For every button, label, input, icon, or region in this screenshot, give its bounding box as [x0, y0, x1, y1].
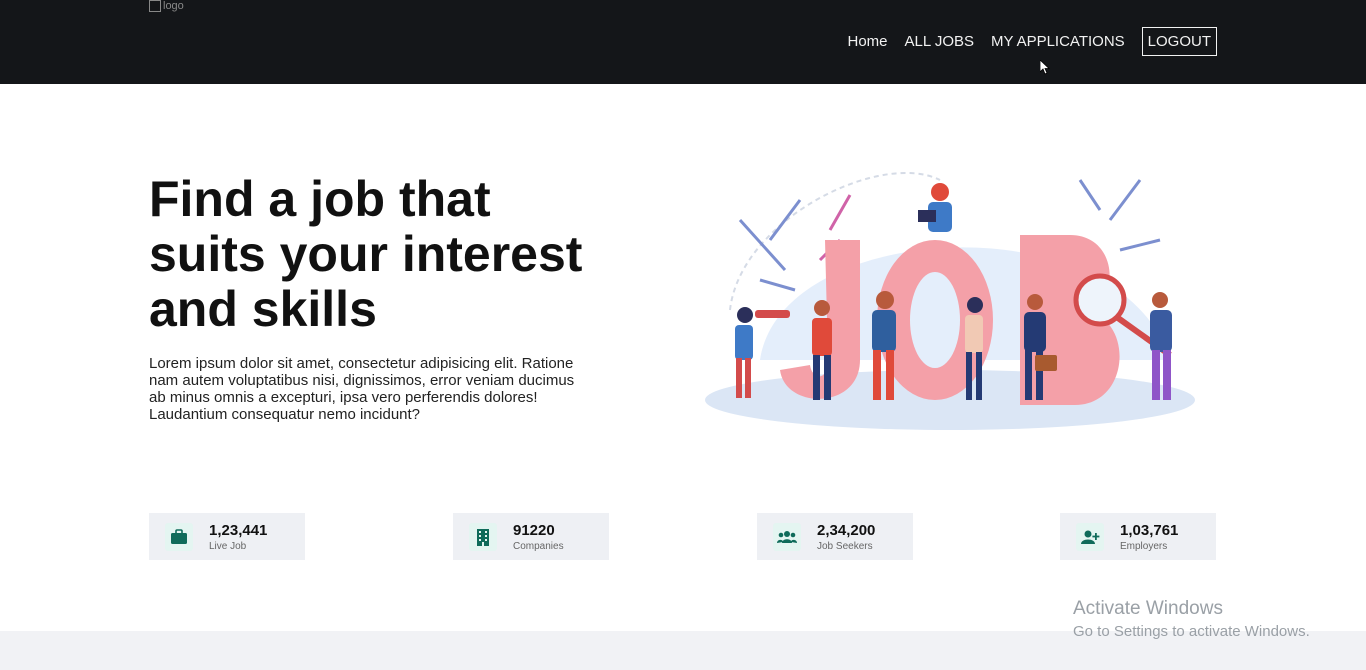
- hero-description: Lorem ipsum dolor sit amet, consectetur …: [149, 355, 575, 423]
- hero-title: Find a job that suits your interest and …: [149, 171, 583, 337]
- stat-value: 91220: [513, 521, 555, 539]
- stat-value: 1,03,761: [1120, 521, 1179, 539]
- top-navbar: logo Home ALL JOBS MY APPLICATIONS LOGOU…: [0, 0, 1366, 84]
- stat-card-companies: 91220 Companies: [453, 513, 609, 560]
- stat-label: Employers: [1120, 540, 1168, 552]
- logo[interactable]: logo: [149, 0, 184, 12]
- nav-all-jobs-link[interactable]: ALL JOBS: [905, 33, 974, 50]
- stat-card-live-job: 1,23,441 Live Job: [149, 513, 305, 560]
- building-icon: [469, 522, 497, 551]
- nav-my-applications-link[interactable]: MY APPLICATIONS: [991, 33, 1125, 50]
- stat-label: Companies: [513, 540, 564, 552]
- stat-label: Live Job: [209, 540, 247, 552]
- broken-image-icon: [149, 0, 161, 12]
- stat-value: 2,34,200: [817, 521, 876, 539]
- stat-value: 1,23,441: [209, 521, 268, 539]
- nav-menu: Home ALL JOBS MY APPLICATIONS LOGOUT: [848, 27, 1217, 56]
- watermark-title: Activate Windows: [1073, 598, 1223, 619]
- stat-card-job-seekers: 2,34,200 Job Seekers: [757, 513, 913, 560]
- nav-home-link[interactable]: Home: [848, 33, 888, 50]
- windows-activation-watermark: Activate Windows Go to Settings to activ…: [1073, 598, 1310, 640]
- logo-alt-text: logo: [163, 0, 184, 12]
- job-illustration: [705, 171, 1195, 430]
- stat-label: Job Seekers: [817, 540, 873, 552]
- add-user-icon: [1076, 522, 1104, 551]
- users-icon: [773, 522, 801, 551]
- watermark-subtitle: Go to Settings to activate Windows.: [1073, 623, 1310, 640]
- stat-card-employers: 1,03,761 Employers: [1060, 513, 1216, 560]
- logout-button[interactable]: LOGOUT: [1141, 27, 1217, 56]
- briefcase-icon: [165, 522, 193, 551]
